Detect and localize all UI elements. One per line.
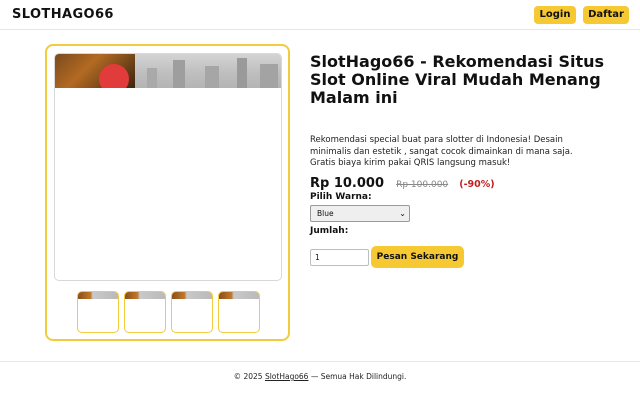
register-button[interactable]: Daftar <box>583 6 629 24</box>
gallery-thumbnail[interactable] <box>77 291 119 333</box>
current-price: Rp 10.000 <box>310 176 385 191</box>
footer-link[interactable]: SlotHago66 <box>265 372 309 381</box>
gallery-thumbnail[interactable] <box>171 291 213 333</box>
color-select[interactable]: Blue ⌄ <box>310 205 410 222</box>
color-select-value: Blue <box>317 209 334 218</box>
chevron-down-icon: ⌄ <box>399 209 406 218</box>
product-title: SlotHago66 - Rekomendasi Situs Slot Onli… <box>310 52 605 107</box>
order-now-button[interactable]: Pesan Sekarang <box>371 246 464 268</box>
price-row: Rp 10.000 Rp 100.000 (-90%) <box>310 172 495 191</box>
footer-copyright: © 2025 SlotHago66 — Semua Hak Dilindungi… <box>233 372 407 381</box>
quantity-input[interactable]: 1 <box>310 249 369 266</box>
site-footer: © 2025 SlotHago66 — Semua Hak Dilindungi… <box>0 361 640 400</box>
gallery-thumbnail[interactable] <box>124 291 166 333</box>
original-price: Rp 100.000 <box>396 180 449 190</box>
gallery-thumbnail[interactable] <box>218 291 260 333</box>
site-header: SLOTHAGO66 Login Daftar <box>0 0 640 30</box>
product-gallery <box>45 44 290 341</box>
login-button[interactable]: Login <box>534 6 576 24</box>
quantity-label: Jumlah: <box>310 226 349 236</box>
color-label: Pilih Warna: <box>310 192 372 202</box>
discount-badge: (-90%) <box>459 179 495 190</box>
product-banner-image <box>55 54 281 88</box>
main-product-image[interactable] <box>54 53 282 281</box>
product-description: Rekomendasi special buat para slotter di… <box>310 135 573 168</box>
site-logo[interactable]: SLOTHAGO66 <box>12 7 114 22</box>
